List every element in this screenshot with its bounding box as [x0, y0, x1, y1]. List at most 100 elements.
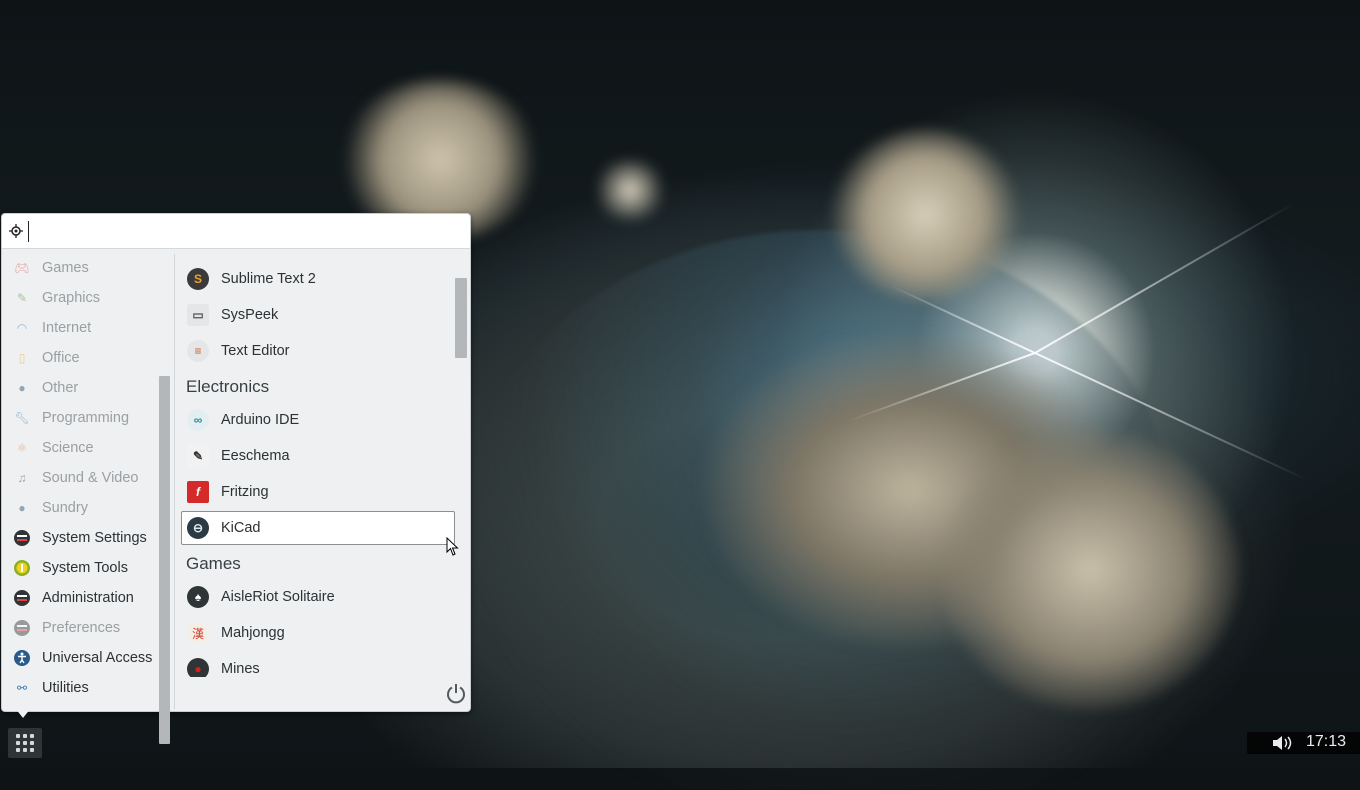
category-programming[interactable]: 🔧︎ Programming: [2, 404, 157, 432]
admin-icon: [14, 590, 30, 606]
grid-dot: [30, 734, 34, 738]
category-label: Internet: [42, 320, 92, 336]
grid-dot: [23, 741, 27, 745]
category-label: Sundry: [42, 500, 88, 516]
mines-icon: ●: [187, 658, 209, 677]
app-item-kicad[interactable]: ⊖ KiCad: [181, 511, 455, 545]
category-utilities[interactable]: ⚯ Utilities: [2, 674, 157, 702]
app-label: Mahjongg: [221, 625, 285, 641]
category-system-tools[interactable]: System Tools: [2, 554, 157, 582]
wrench-icon: 🔧︎: [14, 411, 30, 425]
search-bar: [2, 214, 470, 249]
utilities-icon: ⚯: [16, 681, 28, 695]
menu-divider: [174, 254, 175, 709]
gamepad-icon: 🎮︎: [14, 261, 30, 275]
category-label: System Settings: [42, 530, 147, 546]
cloud-shape: [590, 160, 670, 220]
app-label: Text Editor: [221, 343, 290, 359]
mahjongg-icon: 漢: [187, 622, 209, 644]
category-label: Universal Access: [42, 650, 153, 666]
category-label: System Tools: [42, 560, 128, 576]
category-label: Utilities: [42, 680, 89, 696]
info-icon: [14, 560, 30, 576]
app-item-text-editor[interactable]: ≡ Text Editor: [182, 334, 454, 368]
preferences-icon: [14, 620, 30, 636]
category-preferences[interactable]: Preferences: [2, 614, 157, 642]
app-item-syspeek[interactable]: ▭ SysPeek: [182, 298, 454, 332]
category-universal-access[interactable]: Universal Access: [2, 644, 157, 672]
category-label: Science: [42, 440, 94, 456]
app-item-mahjongg[interactable]: 漢 Mahjongg: [182, 616, 454, 650]
sublime-icon: S: [187, 268, 209, 290]
cloud-shape: [830, 130, 1020, 300]
category-label: Programming: [42, 410, 130, 426]
category-internet[interactable]: ◠ Internet: [2, 314, 157, 342]
app-label: SysPeek: [221, 307, 279, 323]
app-item-mines[interactable]: ● Mines: [182, 652, 454, 677]
category-games[interactable]: 🎮︎ Games: [2, 254, 157, 282]
application-menu: 🎮︎ Games ✎ Graphics ◠ Internet ▯ Office …: [1, 213, 471, 744]
sundry-icon: ●: [18, 501, 26, 515]
grid-dot: [30, 741, 34, 745]
eeschema-icon: ✎: [187, 445, 209, 467]
app-item-arduino-ide[interactable]: ∞ Arduino IDE: [182, 403, 454, 437]
music-icon: ♫: [17, 471, 27, 485]
app-item-fritzing[interactable]: f Fritzing: [182, 475, 454, 509]
search-icon: [9, 224, 23, 238]
app-label: Eeschema: [221, 448, 290, 464]
app-list-scrollbar[interactable]: [455, 278, 467, 358]
app-item-aisleriot-solitaire[interactable]: ♠ AisleRiot Solitaire: [182, 580, 454, 614]
category-office[interactable]: ▯ Office: [2, 344, 157, 372]
category-sound-video[interactable]: ♫ Sound & Video: [2, 464, 157, 492]
globe-icon: ◠: [16, 321, 28, 335]
category-label: Office: [42, 350, 80, 366]
category-science[interactable]: ⚛ Science: [2, 434, 157, 462]
syspeek-icon: ▭: [187, 304, 209, 326]
application-list: S Sublime Text 2 ▭ SysPeek ≡ Text Editor…: [176, 254, 456, 677]
power-icon[interactable]: [445, 682, 467, 704]
grid-dot: [16, 734, 20, 738]
other-icon: ●: [18, 381, 26, 395]
kicad-icon: ⊖: [187, 517, 209, 539]
arduino-icon: ∞: [187, 409, 209, 431]
settings-icon: [14, 530, 30, 546]
app-label: Mines: [221, 661, 260, 677]
category-system-settings[interactable]: System Settings: [2, 524, 157, 552]
mouse-cursor-icon: [446, 537, 459, 556]
category-sundry[interactable]: ● Sundry: [2, 494, 157, 522]
document-icon: ▯: [18, 351, 26, 365]
sun-ray: [1034, 202, 1296, 354]
app-item-eeschema[interactable]: ✎ Eeschema: [182, 439, 454, 473]
grid-dot: [23, 748, 27, 752]
category-label: Sound & Video: [42, 470, 139, 486]
grid-dot: [30, 748, 34, 752]
category-graphics[interactable]: ✎ Graphics: [2, 284, 157, 312]
search-input[interactable]: [32, 220, 456, 244]
grid-dot: [23, 734, 27, 738]
app-label: Arduino IDE: [221, 412, 300, 428]
category-label: Administration: [42, 590, 134, 606]
menu-pointer: [15, 708, 31, 718]
app-launcher-button[interactable]: [8, 728, 42, 758]
category-other[interactable]: ● Other: [2, 374, 157, 402]
category-label: Other: [42, 380, 79, 396]
atom-icon: ⚛: [16, 441, 28, 455]
fritzing-icon: f: [187, 481, 209, 503]
solitaire-icon: ♠: [187, 586, 209, 608]
section-header-electronics: Electronics: [186, 377, 270, 396]
text-caret: [28, 221, 29, 242]
volume-icon[interactable]: [1272, 735, 1296, 751]
category-label: Graphics: [42, 290, 101, 306]
text-editor-icon: ≡: [187, 340, 209, 362]
cloud-shape: [940, 430, 1240, 710]
app-label: AisleRiot Solitaire: [221, 589, 335, 605]
app-item-sublime-text-2[interactable]: S Sublime Text 2: [182, 262, 454, 296]
brush-icon: ✎: [16, 291, 28, 305]
category-scrollbar[interactable]: [159, 376, 170, 744]
category-list: 🎮︎ Games ✎ Graphics ◠ Internet ▯ Office …: [2, 254, 172, 744]
app-label: Fritzing: [221, 484, 269, 500]
panel-clock[interactable]: 17:13: [1306, 733, 1346, 751]
app-label: Sublime Text 2: [221, 271, 316, 287]
category-administration[interactable]: Administration: [2, 584, 157, 612]
category-label: Preferences: [42, 620, 121, 636]
